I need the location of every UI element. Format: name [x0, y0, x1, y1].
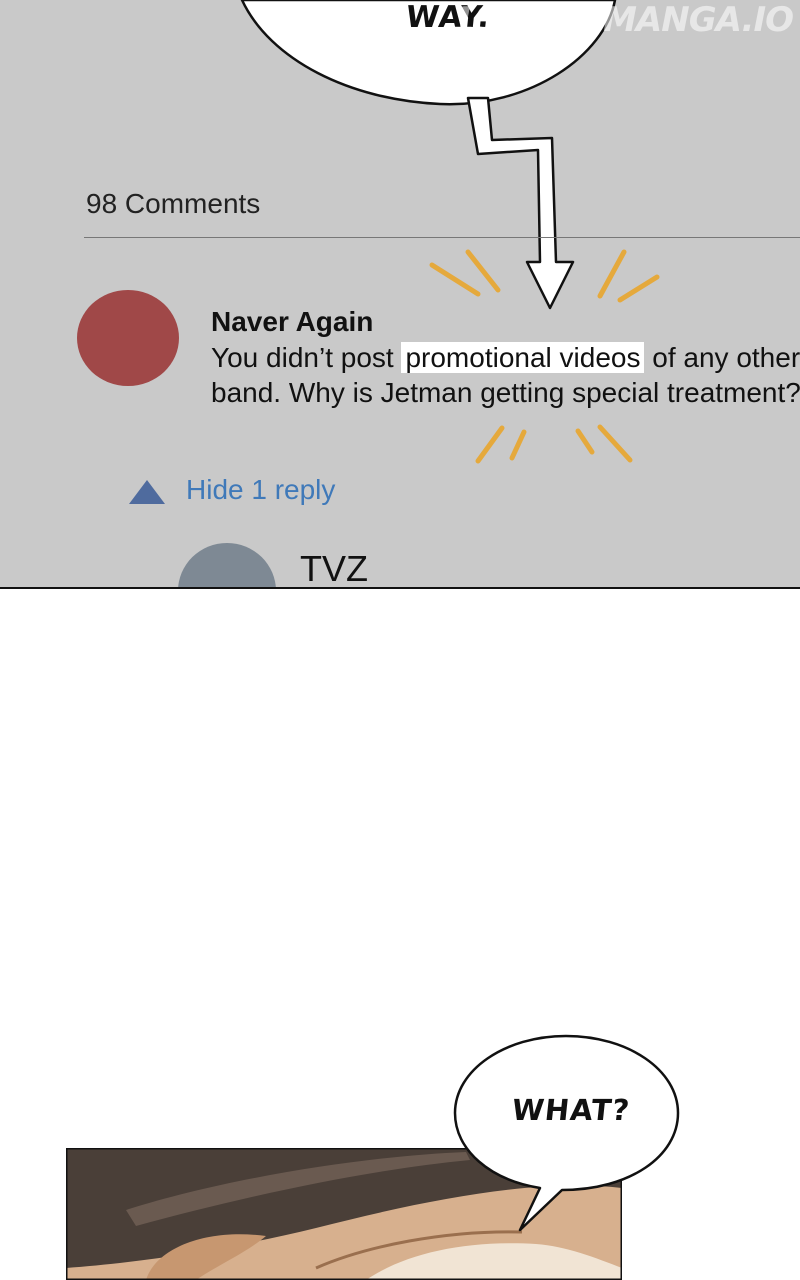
speech-bubble-bottom	[453, 1034, 680, 1232]
bottom-bubble-text: WHAT?	[510, 1093, 632, 1127]
